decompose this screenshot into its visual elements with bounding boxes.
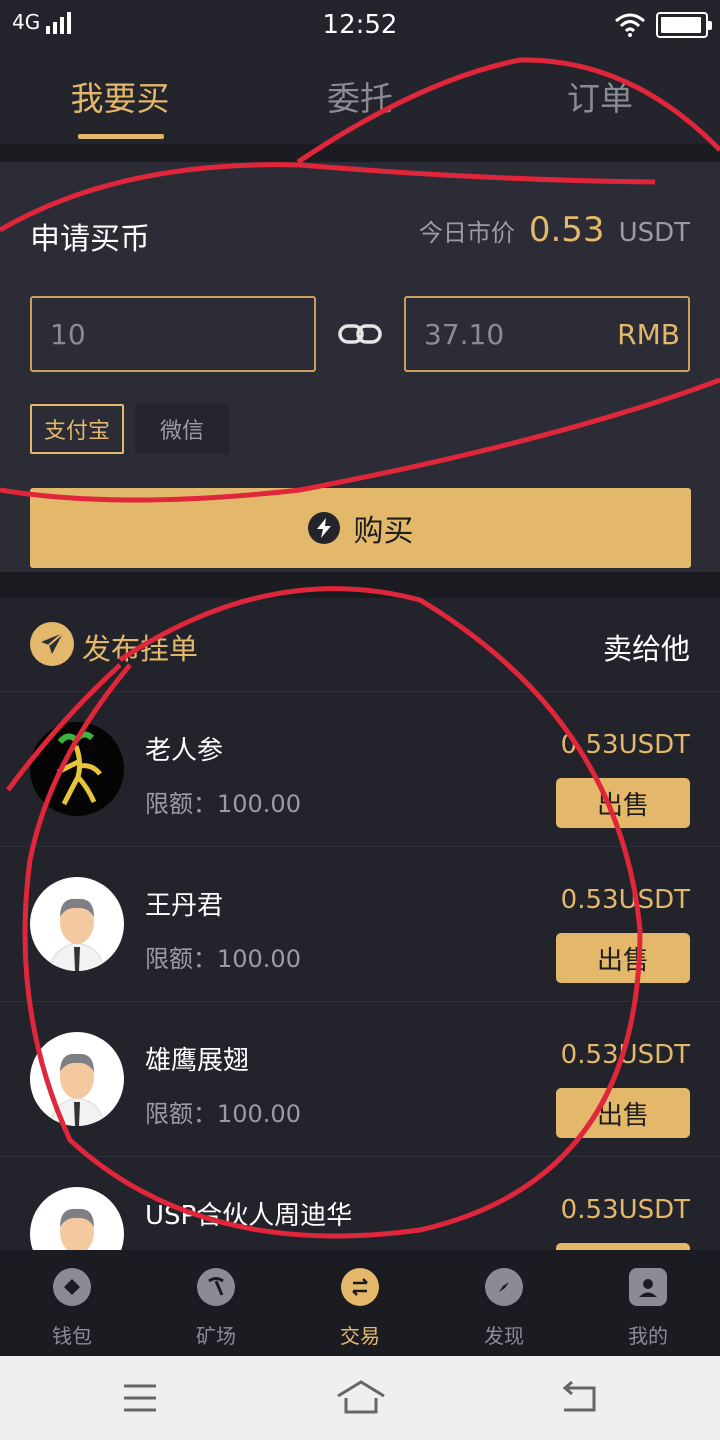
buy-button-label: 购买 [353,514,414,549]
list-item: 王丹君 限额：100.00 0.53USDT 出售 [0,847,720,1002]
profile-icon [629,1268,667,1306]
divider [0,144,720,162]
menu-icon[interactable] [122,1376,158,1420]
nav-wallet[interactable]: 钱包 [0,1250,144,1356]
rmb-unit: RMB [617,317,680,351]
list-header: 发布挂单 卖给他 [0,598,720,692]
sell-list: 发布挂单 卖给他 老人参 限额：100.00 0.53USDT 出售 王丹君 限… [0,598,720,1250]
person-avatar [30,1032,124,1126]
tab-entrust[interactable]: 委托 [240,72,480,120]
back-icon[interactable] [560,1376,600,1420]
nav-label: 钱包 [52,1324,92,1348]
nav-mine[interactable]: 矿场 [144,1250,288,1356]
sell-to-label: 卖给他 [602,632,690,666]
list-item: USP合伙人周迪华 0.53USDT [0,1157,720,1250]
nav-trade[interactable]: 交易 [288,1250,432,1356]
nav-profile[interactable]: 我的 [576,1250,720,1356]
link-icon [338,324,382,344]
seller-limit: 限额：100.00 [145,790,301,818]
bottom-nav: 钱包 矿场 交易 发现 我的 [0,1250,720,1356]
person-avatar [30,877,124,971]
market-price-value: 0.53 [528,210,605,250]
nav-label: 矿场 [196,1324,236,1348]
home-icon[interactable] [336,1376,386,1420]
sell-button[interactable]: 出售 [556,778,690,828]
list-item: 雄鹰展翅 限额：100.00 0.53USDT 出售 [0,1002,720,1157]
lightning-icon [307,512,340,544]
person-avatar [30,1187,124,1250]
nav-discover[interactable]: 发现 [432,1250,576,1356]
seller-limit: 限额：100.00 [145,945,301,973]
ginseng-avatar [30,722,124,816]
nav-label: 我的 [628,1324,668,1348]
buy-panel: 申请买币 今日市价 0.53 USDT 10 37.10 RMB 支付宝 微信 … [0,162,720,572]
seller-name: 雄鹰展翅 [145,1046,250,1076]
clock: 12:52 [322,10,398,40]
market-price: 今日市价 0.53 USDT [419,210,690,250]
seller-price: 0.53USDT [560,730,690,760]
seller-limit: 限额：100.00 [145,1100,301,1128]
active-tab-indicator [78,134,164,139]
seller-name: 王丹君 [145,891,224,921]
sell-button[interactable] [556,1243,690,1250]
wallet-icon [53,1268,91,1306]
publish-order-link[interactable]: 发布挂单 [82,626,198,668]
tab-orders[interactable]: 订单 [480,72,720,120]
top-tabs: 我要买 委托 订单 [0,52,720,144]
nav-label: 发现 [484,1324,524,1348]
system-nav-bar [0,1356,720,1440]
sell-button[interactable]: 出售 [556,1088,690,1138]
status-bar: 4G 12:52 [0,0,720,52]
payment-alipay[interactable]: 支付宝 [30,404,124,454]
rmb-input[interactable]: 37.10 RMB [404,296,690,372]
exchange-icon [341,1268,379,1306]
seller-name: 老人参 [145,736,224,766]
buy-button[interactable]: 购买 [30,488,691,568]
divider [0,572,720,598]
rmb-value: 37.10 [424,317,505,351]
compass-icon [485,1268,523,1306]
nav-label: 交易 [340,1324,380,1348]
amount-input[interactable]: 10 [30,296,316,372]
amount-value: 10 [50,317,86,351]
pickaxe-icon [197,1268,235,1306]
tab-buy[interactable]: 我要买 [0,72,240,120]
payment-wechat[interactable]: 微信 [135,404,229,454]
sell-button[interactable]: 出售 [556,933,690,983]
battery-icon [656,12,712,38]
seller-price: 0.53USDT [560,1195,690,1225]
buy-title: 申请买币 [30,222,150,257]
seller-name: USP合伙人周迪华 [145,1201,353,1231]
list-item: 老人参 限额：100.00 0.53USDT 出售 [0,692,720,847]
wifi-icon [615,13,645,37]
market-price-label: 今日市价 [418,219,515,247]
paper-plane-icon[interactable] [30,622,74,666]
seller-price: 0.53USDT [560,885,690,915]
seller-price: 0.53USDT [560,1040,690,1070]
market-price-unit: USDT [618,218,690,248]
